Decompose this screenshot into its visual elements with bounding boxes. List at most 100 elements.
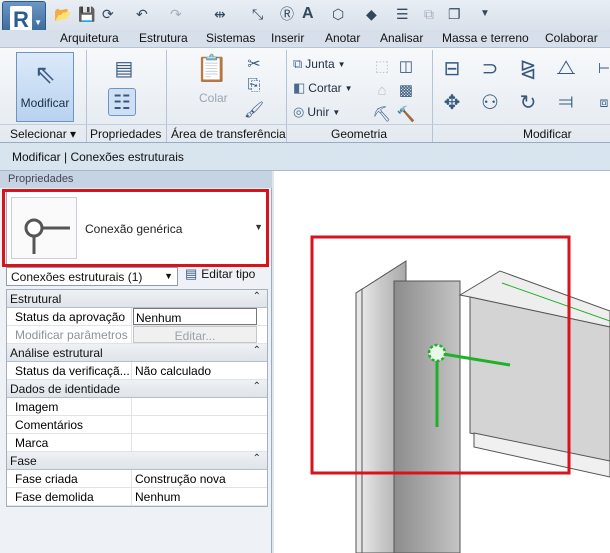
unite-button[interactable]: ◎ Unir ▼ [293,104,340,120]
property-value[interactable] [133,434,268,451]
panel-divider [86,50,87,142]
panel-label-geometry: Geometria [331,127,388,141]
instance-filter-value: Conexões estruturais (1) [11,270,143,284]
instance-filter-dropdown[interactable]: Conexões estruturais (1) ▼ [6,267,178,286]
section-icon[interactable]: ◆ [366,5,377,23]
split-icon[interactable]: ⊢ [590,54,610,82]
type-properties-icon[interactable]: ▤ [110,54,138,82]
property-key: Status da aprovação [7,308,132,325]
panel-divider [166,50,167,142]
tab-arquitetura[interactable]: Arquitetura [60,31,119,45]
group-header-analise[interactable]: Análise estrutural ⌃ [7,344,267,362]
group-title: Fase [10,454,37,468]
highlight-frame [2,189,269,267]
steel-beam-3d-view [310,235,610,553]
panel-label-modify: Modificar [523,127,572,141]
mirror-draw-icon[interactable]: ⧍ [552,54,580,82]
mirror-axis-icon[interactable]: ⧎ [514,54,542,82]
property-value[interactable] [133,416,268,433]
group-header-identidade[interactable]: Dados de identidade ⌃ [7,380,267,398]
text-icon[interactable]: A [302,5,314,23]
move-icon[interactable]: ✥ [438,88,466,116]
paste-icon[interactable]: 📋 [196,53,228,83]
property-row[interactable]: Fase demolida Nenhum [7,488,267,506]
group-header-estrutural[interactable]: Estrutural ⌃ [7,290,267,308]
tab-analisar[interactable]: Analisar [380,31,423,45]
group-header-fase[interactable]: Fase ⌃ [7,452,267,470]
ribbon-tabs: Arquitetura Estrutura Sistemas Inserir A… [0,30,610,47]
property-key: Imagem [7,398,132,415]
cut-geometry-button[interactable]: ◧ Cortar ▼ [293,80,353,96]
property-row[interactable]: Status da aprovação Nenhum [7,308,267,326]
property-row[interactable]: Status da verificaçã... Não calculado [7,362,267,380]
property-row[interactable]: Fase criada Construção nova [7,470,267,488]
property-value[interactable]: Construção nova [133,470,268,487]
chevron-down-icon: ▼ [164,271,173,281]
context-bar: Modificar | Conexões estruturais [0,143,610,171]
offset-icon[interactable]: ⊃ [476,54,504,82]
edit-type-button[interactable]: ▤ Editar tipo [185,266,255,282]
tab-massa-e-terreno[interactable]: Massa e terreno [442,31,529,45]
close-hidden-icon[interactable]: ⧉ [424,5,434,23]
measure-icon[interactable]: ⇹ [214,5,226,23]
cut-label: Cortar [308,81,342,95]
redo-icon[interactable]: ↷ [170,5,182,23]
modify-button[interactable]: ⇖ Modificar [16,52,74,122]
open-icon[interactable]: 📂 [54,5,71,23]
tab-inserir[interactable]: Inserir [271,31,304,45]
aligned-dimension-icon[interactable]: ⤡ [252,5,263,23]
collapse-icon: ⌃ [252,291,261,302]
tab-sistemas[interactable]: Sistemas [206,31,255,45]
property-row[interactable]: Comentários [7,416,267,434]
property-key: Status da verificaçã... [7,362,132,379]
view-canvas[interactable] [274,171,610,553]
sync-icon[interactable]: ⟳ [102,5,114,23]
tab-anotar[interactable]: Anotar [325,31,360,45]
tab-estrutura[interactable]: Estrutura [139,31,188,45]
context-title: Modificar | Conexões estruturais [12,150,184,164]
property-value[interactable]: Nenhum [133,488,268,505]
undo-icon[interactable]: ↶ [136,5,148,23]
trim-icon[interactable]: ⫤ [552,88,580,116]
chevron-down-icon: ▼ [337,59,346,69]
align-icon[interactable]: ⊟ [438,54,466,82]
property-row[interactable]: Marca [7,434,267,452]
properties-header: Propriedades [0,171,272,188]
property-key: Marca [7,434,132,451]
join-button[interactable]: ⧉ Junta ▼ [293,56,346,72]
property-key: Comentários [7,416,132,433]
unite-label: Unir [307,105,330,119]
property-value[interactable] [133,398,268,415]
group-title: Estrutural [10,292,62,306]
3d-view-icon[interactable]: ⬡ [332,5,344,23]
property-key: Modificar parâmetros [7,326,132,343]
panel-label-clipboard: Área de transferência [171,127,286,141]
edit-type-icon: ▤ [185,266,198,281]
array-icon[interactable]: ⧈ [590,88,610,116]
edit-parameters-button[interactable]: Editar... [133,326,257,343]
match-properties-icon[interactable]: 🖌 [240,96,268,124]
panel-divider [432,50,433,142]
panel-label-divider [0,124,610,125]
collapse-icon: ⌃ [252,453,261,464]
collapse-icon: ⌃ [252,345,261,356]
tab-colaborar[interactable]: Colaborar [545,31,598,45]
property-key: Fase criada [7,470,132,487]
chevron-down-icon: ▼ [332,107,341,117]
rotate-icon[interactable]: ↻ [514,88,542,116]
switch-windows-icon[interactable]: ❐ [448,5,461,23]
save-icon[interactable]: 💾 [78,5,95,23]
copy-element-icon[interactable]: ⚇ [476,88,504,116]
tag-icon[interactable]: Ⓡ [280,5,294,23]
properties-grid: Estrutural ⌃ Status da aprovação Nenhum Mo… [6,289,268,507]
panel-label-select[interactable]: Selecionar ▾ [10,125,76,143]
panel-divider [286,50,287,142]
join-label: Junta [305,57,335,71]
thin-lines-icon[interactable]: ☰ [396,5,409,23]
properties-palette-icon[interactable]: ☷ [108,88,136,116]
connection-symbol-node[interactable] [427,343,447,363]
customize-toolbar-icon[interactable]: ▼ [480,5,490,23]
property-value: Não calculado [135,364,212,378]
property-value-input[interactable]: Nenhum [133,308,257,325]
property-row[interactable]: Imagem [7,398,267,416]
